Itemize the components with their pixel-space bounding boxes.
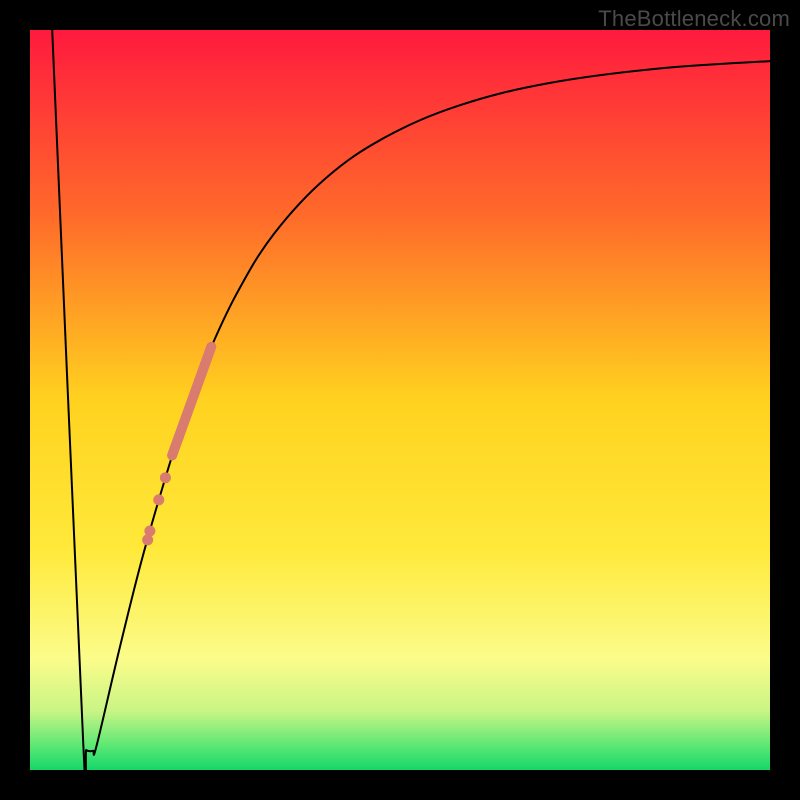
bottleneck-curve [52, 30, 770, 770]
highlight-segment [172, 347, 211, 456]
highlight-dots-point [160, 472, 171, 483]
chart-container: TheBottleneck.com [0, 0, 800, 800]
curve-layer [30, 30, 770, 770]
watermark-text: TheBottleneck.com [598, 6, 790, 32]
highlight-dots-point [153, 494, 164, 505]
plot-area [30, 30, 770, 770]
highlight-dots-point [142, 534, 153, 545]
